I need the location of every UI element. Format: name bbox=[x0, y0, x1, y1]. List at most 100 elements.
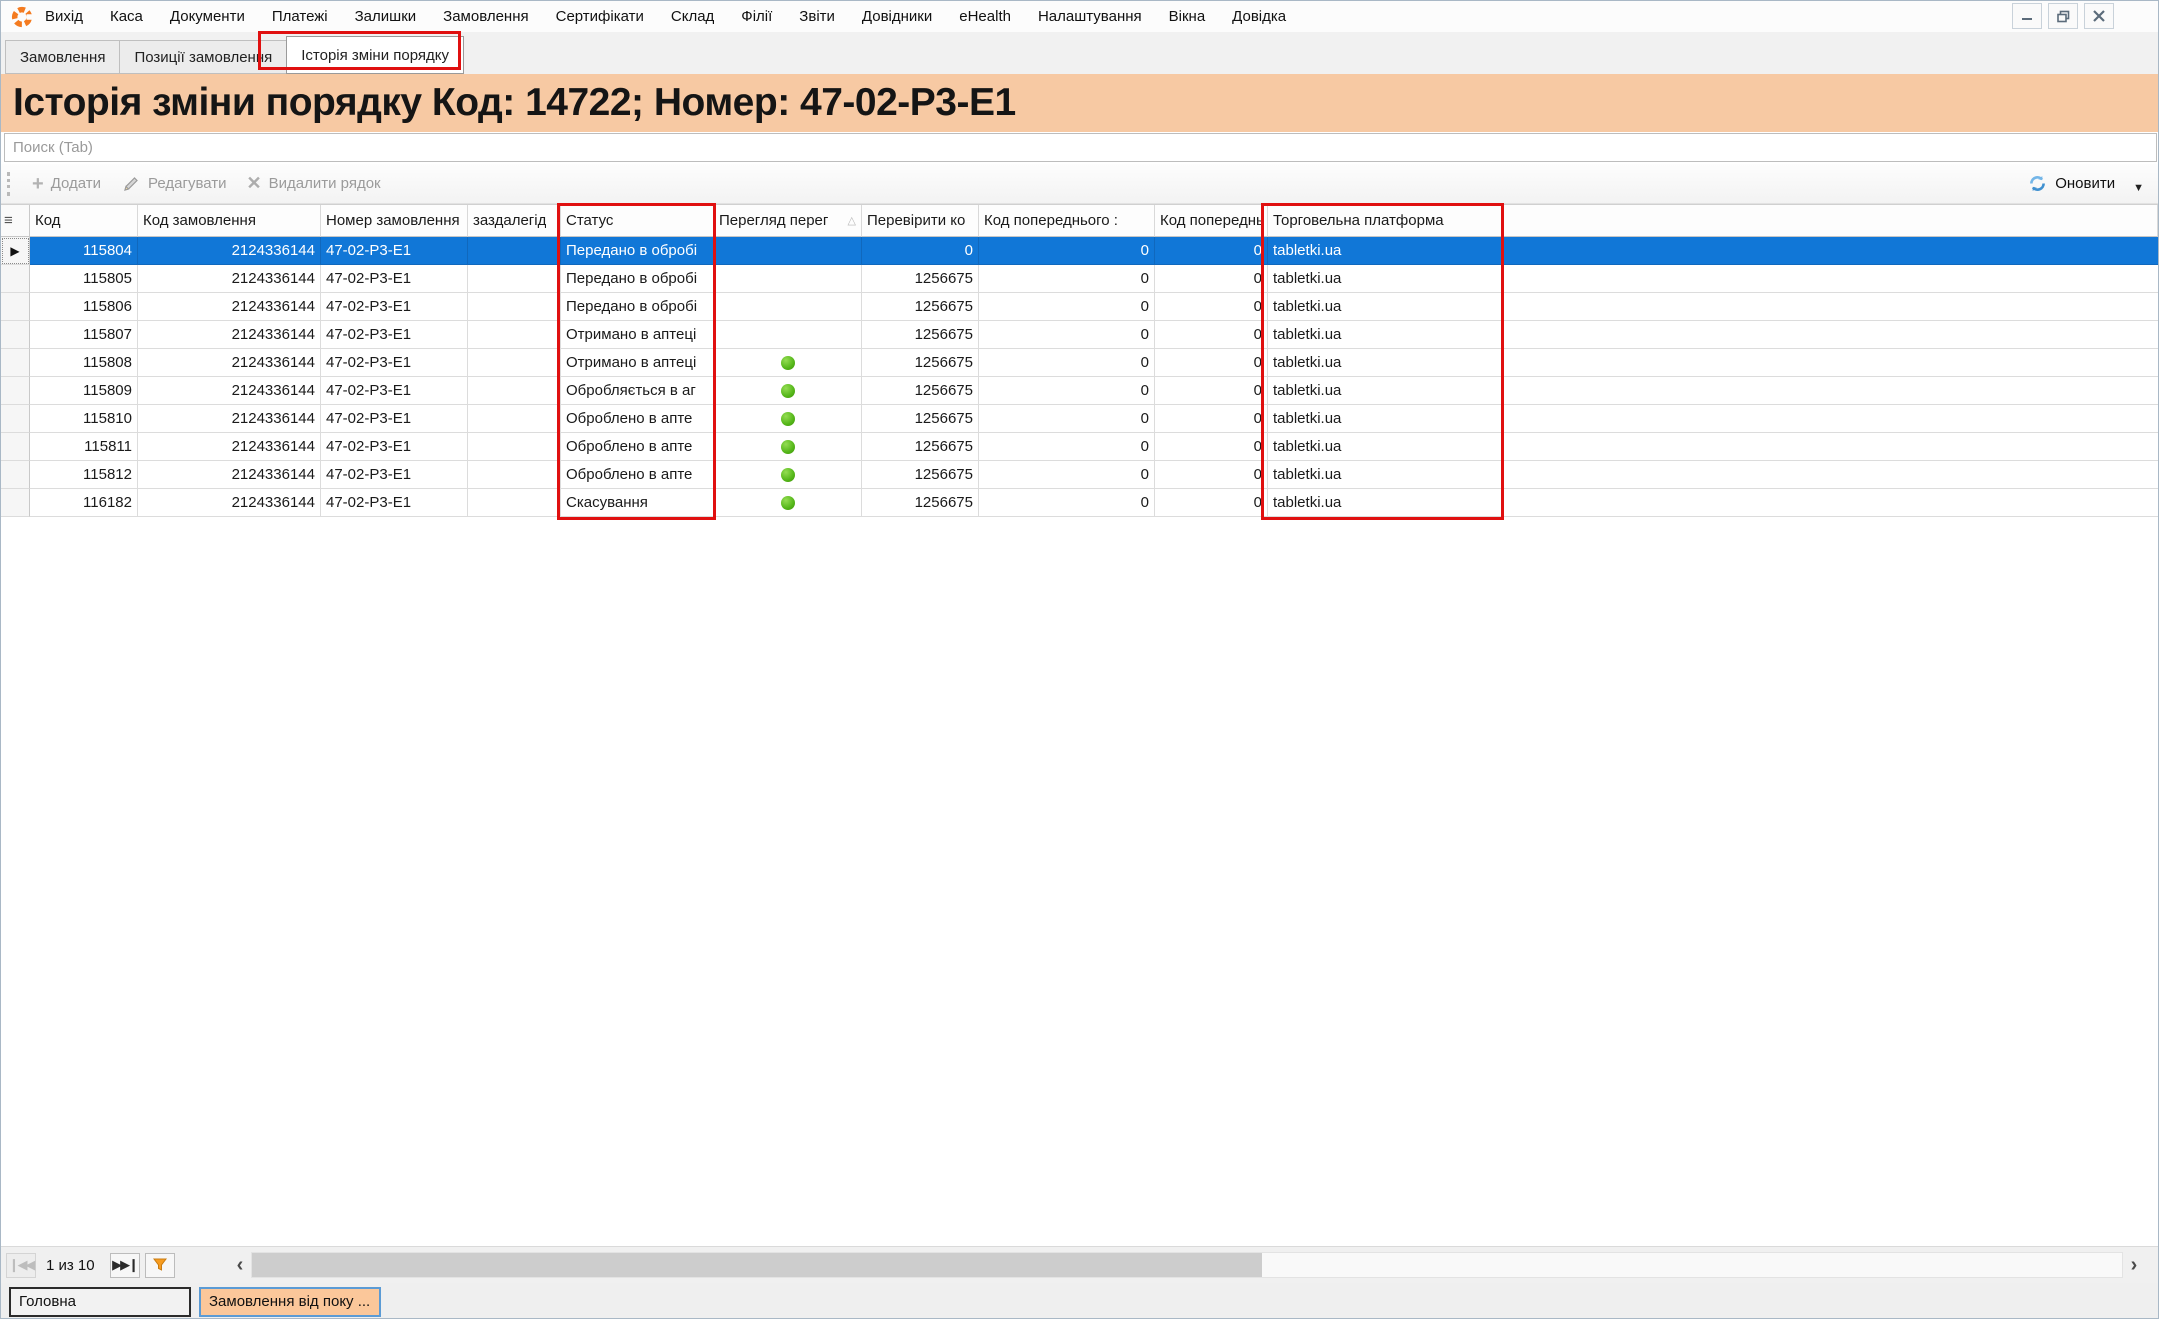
cell-dot[interactable] bbox=[714, 293, 862, 321]
column-header-8[interactable]: Код попереднього : bbox=[979, 205, 1155, 237]
scrollbar-thumb[interactable] bbox=[252, 1253, 1262, 1277]
cell-kod_pop1[interactable]: 0 bbox=[979, 321, 1155, 349]
menu-item-10[interactable]: Звіти bbox=[799, 8, 835, 25]
cell-kod_pop1[interactable]: 0 bbox=[979, 349, 1155, 377]
cell-zazdalegid[interactable] bbox=[468, 377, 561, 405]
edit-button[interactable]: Редагувати bbox=[111, 169, 237, 199]
cell-nomer[interactable]: 47-02-Р3-Е1 bbox=[321, 265, 468, 293]
cell-perevirity[interactable]: 1256675 bbox=[862, 461, 979, 489]
cell-kod[interactable]: 115810 bbox=[30, 405, 138, 433]
cell-zazdalegid[interactable] bbox=[468, 321, 561, 349]
cell-kod_zam[interactable]: 2124336144 bbox=[138, 433, 321, 461]
cell-kod_zam[interactable]: 2124336144 bbox=[138, 265, 321, 293]
menu-item-9[interactable]: Філії bbox=[741, 8, 772, 25]
doc-tab-1[interactable]: Замовлення bbox=[5, 40, 119, 74]
cell-platforma[interactable]: tabletki.ua bbox=[1268, 237, 1503, 265]
cell-nomer[interactable]: 47-02-Р3-Е1 bbox=[321, 461, 468, 489]
cell-dot[interactable] bbox=[714, 321, 862, 349]
table-row[interactable]: 115812212433614447-02-Р3-Е1Оброблено в а… bbox=[1, 461, 2158, 489]
cell-nomer[interactable]: 47-02-Р3-Е1 bbox=[321, 321, 468, 349]
cell-platforma[interactable]: tabletki.ua bbox=[1268, 321, 1503, 349]
menu-item-7[interactable]: Сертифікати bbox=[556, 8, 644, 25]
menu-item-3[interactable]: Документи bbox=[170, 8, 245, 25]
cell-kod_pop2[interactable]: 0 bbox=[1155, 265, 1268, 293]
cell-platforma[interactable]: tabletki.ua bbox=[1268, 349, 1503, 377]
cell-status[interactable]: Обробляється в аг bbox=[561, 377, 714, 405]
cell-status[interactable]: Передано в обробі bbox=[561, 265, 714, 293]
table-row[interactable]: 115811212433614447-02-Р3-Е1Оброблено в а… bbox=[1, 433, 2158, 461]
doc-tab-2[interactable]: Позиції замовлення bbox=[119, 40, 286, 74]
column-chooser-icon[interactable]: ≡ bbox=[1, 205, 30, 237]
cell-perevirity[interactable]: 1256675 bbox=[862, 293, 979, 321]
restore-button[interactable] bbox=[2048, 3, 2078, 29]
cell-zazdalegid[interactable] bbox=[468, 461, 561, 489]
cell-status[interactable]: Скасування bbox=[561, 489, 714, 517]
cell-zazdalegid[interactable] bbox=[468, 237, 561, 265]
cell-dot[interactable] bbox=[714, 265, 862, 293]
bottom-tab-2[interactable]: Замовлення від поку ... bbox=[199, 1287, 381, 1317]
search-input[interactable] bbox=[4, 133, 2157, 162]
refresh-dropdown-arrow-icon[interactable]: ▼ bbox=[2133, 174, 2144, 194]
menu-item-2[interactable]: Каса bbox=[110, 8, 143, 25]
menu-item-8[interactable]: Склад bbox=[671, 8, 714, 25]
cell-perevirity[interactable]: 1256675 bbox=[862, 265, 979, 293]
cell-zazdalegid[interactable] bbox=[468, 405, 561, 433]
table-row[interactable]: 115810212433614447-02-Р3-Е1 Оброблено в а… bbox=[1, 405, 2158, 433]
cell-status[interactable]: Оброблено в апте bbox=[561, 405, 714, 433]
table-row[interactable]: 115808212433614447-02-Р3-Е1 Отримано в ап… bbox=[1, 349, 2158, 377]
cell-nomer[interactable]: 47-02-Р3-Е1 bbox=[321, 293, 468, 321]
cell-nomer[interactable]: 47-02-Р3-Е1 bbox=[321, 489, 468, 517]
cell-kod_pop2[interactable]: 0 bbox=[1155, 377, 1268, 405]
cell-kod_pop1[interactable]: 0 bbox=[979, 433, 1155, 461]
column-header-5[interactable]: Статус bbox=[561, 205, 714, 237]
table-row[interactable]: ▶115804212433614447-02-Р3-Е1Передано в о… bbox=[1, 237, 2158, 265]
refresh-button[interactable]: Оновити bbox=[2017, 169, 2125, 199]
cell-kod_zam[interactable]: 2124336144 bbox=[138, 489, 321, 517]
cell-kod_pop1[interactable]: 0 bbox=[979, 293, 1155, 321]
column-header-1[interactable]: Код bbox=[30, 205, 138, 237]
cell-kod_zam[interactable]: 2124336144 bbox=[138, 405, 321, 433]
cell-dot[interactable] bbox=[714, 489, 862, 517]
scrollbar-track[interactable] bbox=[251, 1252, 2123, 1278]
filter-button[interactable] bbox=[145, 1253, 175, 1278]
cell-kod[interactable]: 115806 bbox=[30, 293, 138, 321]
cell-platforma[interactable]: tabletki.ua bbox=[1268, 461, 1503, 489]
cell-kod_pop1[interactable]: 0 bbox=[979, 237, 1155, 265]
menu-item-15[interactable]: Довідка bbox=[1232, 8, 1286, 25]
cell-nomer[interactable]: 47-02-Р3-Е1 bbox=[321, 377, 468, 405]
cell-zazdalegid[interactable] bbox=[468, 349, 561, 377]
cell-platforma[interactable]: tabletki.ua bbox=[1268, 405, 1503, 433]
column-header-9[interactable]: Код попереднь bbox=[1155, 205, 1268, 237]
cell-kod[interactable]: 115808 bbox=[30, 349, 138, 377]
cell-status[interactable]: Отримано в аптеці bbox=[561, 349, 714, 377]
cell-status[interactable]: Оброблено в апте bbox=[561, 461, 714, 489]
cell-kod[interactable]: 115804 bbox=[30, 237, 138, 265]
cell-nomer[interactable]: 47-02-Р3-Е1 bbox=[321, 237, 468, 265]
cell-kod_pop2[interactable]: 0 bbox=[1155, 489, 1268, 517]
cell-dot[interactable] bbox=[714, 237, 862, 265]
cell-status[interactable]: Оброблено в апте bbox=[561, 433, 714, 461]
cell-nomer[interactable]: 47-02-Р3-Е1 bbox=[321, 349, 468, 377]
cell-nomer[interactable]: 47-02-Р3-Е1 bbox=[321, 405, 468, 433]
cell-platforma[interactable]: tabletki.ua bbox=[1268, 293, 1503, 321]
doc-tab-3[interactable]: Історія зміни порядку bbox=[286, 36, 464, 74]
toolbar-grip[interactable] bbox=[7, 172, 12, 196]
cell-kod_pop2[interactable]: 0 bbox=[1155, 405, 1268, 433]
cell-kod_pop2[interactable]: 0 bbox=[1155, 433, 1268, 461]
cell-zazdalegid[interactable] bbox=[468, 293, 561, 321]
cell-dot[interactable] bbox=[714, 349, 862, 377]
cell-perevirity[interactable]: 0 bbox=[862, 237, 979, 265]
last-record-button[interactable]: ▶▶❙ bbox=[110, 1253, 140, 1278]
cell-perevirity[interactable]: 1256675 bbox=[862, 349, 979, 377]
cell-platforma[interactable]: tabletki.ua bbox=[1268, 265, 1503, 293]
cell-status[interactable]: Отримано в аптеці bbox=[561, 321, 714, 349]
first-record-button[interactable]: ❙◀◀ bbox=[6, 1253, 36, 1278]
cell-dot[interactable] bbox=[714, 461, 862, 489]
cell-platforma[interactable]: tabletki.ua bbox=[1268, 377, 1503, 405]
cell-kod_zam[interactable]: 2124336144 bbox=[138, 237, 321, 265]
table-row[interactable]: 115809212433614447-02-Р3-Е1Обробляється … bbox=[1, 377, 2158, 405]
column-header-6[interactable]: Перегляд перег△ bbox=[714, 205, 862, 237]
cell-kod_zam[interactable]: 2124336144 bbox=[138, 349, 321, 377]
cell-kod_pop2[interactable]: 0 bbox=[1155, 349, 1268, 377]
column-header-10[interactable]: Торговельна платформа bbox=[1268, 205, 1503, 237]
